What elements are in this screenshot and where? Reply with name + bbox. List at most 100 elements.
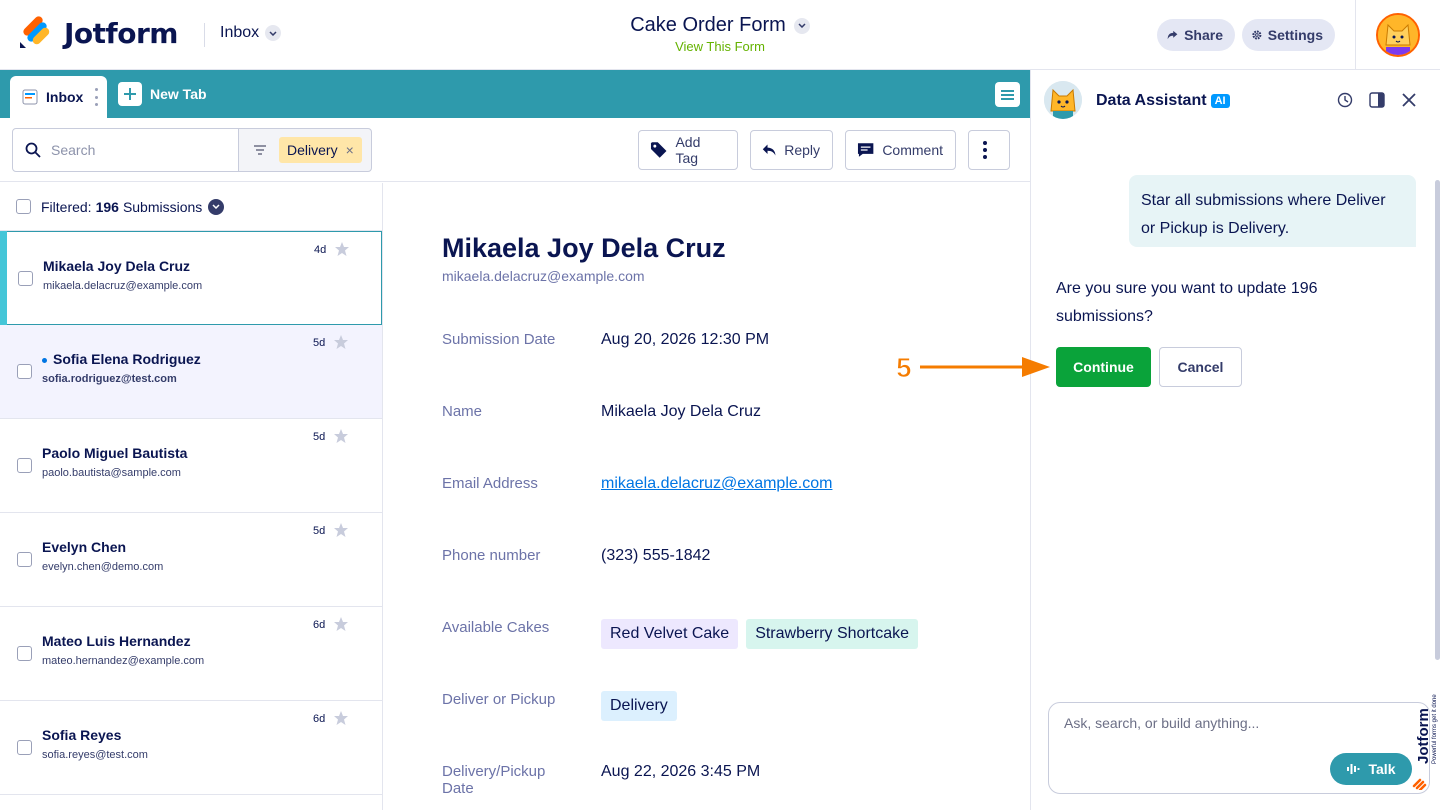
composer-placeholder: Ask, search, or build anything... bbox=[1064, 715, 1260, 731]
share-label: Share bbox=[1184, 27, 1223, 43]
form-title-area: Cake Order Form View This Form bbox=[560, 14, 880, 54]
user-avatar[interactable] bbox=[1376, 13, 1420, 57]
reply-button[interactable]: Reply bbox=[750, 130, 833, 170]
field-value-cakes: Red Velvet Cake Strawberry Shortcake bbox=[601, 619, 926, 649]
logo-text: Jotform bbox=[64, 16, 178, 50]
submission-name: Mikaela Joy Dela Cruz bbox=[43, 258, 191, 274]
search-input[interactable] bbox=[51, 142, 221, 158]
submission-email: sofia.rodriguez@test.com bbox=[42, 373, 177, 385]
comment-icon bbox=[857, 143, 874, 157]
delivery-tag: Delivery bbox=[601, 691, 677, 721]
star-icon[interactable] bbox=[333, 428, 349, 444]
history-icon[interactable] bbox=[1337, 92, 1353, 108]
close-icon[interactable]: × bbox=[346, 142, 354, 158]
talk-button[interactable]: Talk bbox=[1330, 753, 1412, 785]
list-header: Filtered: 196 Submissions bbox=[0, 183, 382, 231]
submission-name: Paolo Miguel Bautista bbox=[42, 445, 188, 461]
chat-composer[interactable]: Ask, search, or build anything... Talk bbox=[1048, 702, 1430, 794]
gear-icon bbox=[1252, 30, 1262, 40]
close-icon[interactable] bbox=[1401, 92, 1417, 108]
filtered-suffix: Submissions bbox=[122, 198, 203, 215]
view-form-link[interactable]: View This Form bbox=[560, 39, 880, 54]
field-value-delivery-date: Aug 22, 2026 3:45 PM bbox=[601, 763, 761, 780]
reply-icon bbox=[762, 144, 776, 156]
form-title: Cake Order Form bbox=[630, 14, 786, 36]
star-icon[interactable] bbox=[333, 334, 349, 350]
row-checkbox[interactable] bbox=[17, 364, 32, 379]
share-button[interactable]: Share bbox=[1157, 19, 1235, 51]
add-tag-button[interactable]: Add Tag bbox=[638, 130, 738, 170]
ai-badge: AI bbox=[1210, 94, 1230, 108]
star-icon[interactable] bbox=[334, 241, 350, 257]
cancel-button[interactable]: Cancel bbox=[1159, 347, 1242, 387]
submission-name: Sofia Elena Rodriguez bbox=[42, 351, 201, 367]
field-value-submission-date: Aug 20, 2026 12:30 PM bbox=[601, 331, 770, 348]
chevron-down-icon[interactable] bbox=[208, 198, 225, 215]
more-options-button[interactable] bbox=[968, 130, 1010, 170]
field-label-delivery: Deliver or Pickup bbox=[442, 691, 556, 708]
row-checkbox[interactable] bbox=[17, 458, 32, 473]
row-checkbox[interactable] bbox=[18, 271, 33, 286]
list-item[interactable]: Paolo Miguel Bautista paolo.bautista@sam… bbox=[0, 419, 382, 513]
row-checkbox[interactable] bbox=[17, 646, 32, 661]
menu-icon[interactable] bbox=[995, 82, 1020, 107]
voice-wave-icon bbox=[1346, 764, 1359, 774]
submission-name: Evelyn Chen bbox=[42, 539, 127, 555]
row-checkbox[interactable] bbox=[17, 740, 32, 755]
cat-assistant-icon bbox=[1044, 81, 1082, 119]
list-item[interactable]: Evelyn Chen evelyn.chen@demo.com 5d bbox=[0, 513, 382, 607]
field-label-email: Email Address bbox=[442, 475, 538, 492]
form-title-dropdown[interactable]: Cake Order Form bbox=[630, 14, 810, 37]
submission-age: 5d bbox=[313, 431, 326, 443]
top-header: Jotform Inbox Cake Order Form View This … bbox=[0, 0, 1440, 70]
list-item[interactable]: Mikaela Joy Dela Cruz mikaela.delacruz@e… bbox=[0, 231, 382, 325]
continue-button[interactable]: Continue bbox=[1056, 347, 1151, 387]
settings-button[interactable]: Settings bbox=[1242, 19, 1335, 51]
search-icon bbox=[25, 142, 41, 158]
panel-layout-icon[interactable] bbox=[1369, 92, 1385, 108]
submission-age: 5d bbox=[313, 525, 326, 537]
reply-label: Reply bbox=[784, 142, 820, 158]
submission-email: sofia.reyes@test.com bbox=[42, 749, 148, 761]
list-item[interactable]: Sofia Reyes sofia.reyes@test.com 6d bbox=[0, 701, 382, 795]
detail-name: Mikaela Joy Dela Cruz bbox=[442, 233, 726, 263]
chevron-down-icon bbox=[793, 17, 810, 34]
field-label-submission-date: Submission Date bbox=[442, 331, 556, 348]
row-checkbox[interactable] bbox=[17, 552, 32, 567]
comment-button[interactable]: Comment bbox=[845, 130, 956, 170]
list-item[interactable]: Mateo Luis Hernandez mateo.hernandez@exa… bbox=[0, 607, 382, 701]
share-icon bbox=[1167, 30, 1178, 40]
inbox-dropdown-label: Inbox bbox=[220, 24, 260, 41]
tab-inbox[interactable]: Inbox bbox=[10, 76, 107, 118]
field-value-email-link[interactable]: mikaela.delacruz@example.com bbox=[601, 475, 832, 493]
side-brand-tagline: Powerful forms get it done bbox=[1432, 694, 1438, 764]
talk-label: Talk bbox=[1368, 761, 1396, 777]
filter-chip-delivery[interactable]: Delivery × bbox=[279, 137, 362, 163]
side-brand-text: Jotform bbox=[1415, 708, 1432, 764]
list-item[interactable]: Sofia Elena Rodriguez sofia.rodriguez@te… bbox=[0, 325, 382, 419]
inbox-dropdown[interactable]: Inbox bbox=[220, 24, 282, 42]
select-all-checkbox[interactable] bbox=[16, 199, 31, 214]
star-icon[interactable] bbox=[333, 522, 349, 538]
submission-email: paolo.bautista@sample.com bbox=[42, 467, 181, 479]
step-number-annotation: 5 bbox=[896, 352, 913, 384]
search-box bbox=[12, 128, 239, 172]
header-divider bbox=[1355, 0, 1356, 70]
field-label-phone: Phone number bbox=[442, 547, 541, 564]
filter-chip-label: Delivery bbox=[287, 142, 338, 158]
jotform-logo[interactable]: Jotform bbox=[18, 16, 178, 50]
user-message: Star all submissions where Deliver or Pi… bbox=[1129, 175, 1416, 247]
assistant-message: Are you sure you want to update 196 subm… bbox=[1056, 280, 1318, 325]
settings-label: Settings bbox=[1267, 27, 1323, 43]
scrollbar[interactable] bbox=[1435, 180, 1440, 660]
submission-name: Sofia Reyes bbox=[42, 727, 122, 743]
filter-area[interactable]: Delivery × bbox=[238, 128, 372, 172]
new-tab-button[interactable]: New Tab bbox=[118, 82, 207, 106]
star-icon[interactable] bbox=[333, 710, 349, 726]
tab-options-icon[interactable] bbox=[95, 88, 99, 106]
cat-avatar-icon bbox=[1378, 15, 1418, 55]
star-icon[interactable] bbox=[333, 616, 349, 632]
cake-tag: Red Velvet Cake bbox=[601, 619, 739, 649]
filtered-label: Filtered: bbox=[41, 198, 92, 215]
plus-icon bbox=[118, 82, 142, 106]
